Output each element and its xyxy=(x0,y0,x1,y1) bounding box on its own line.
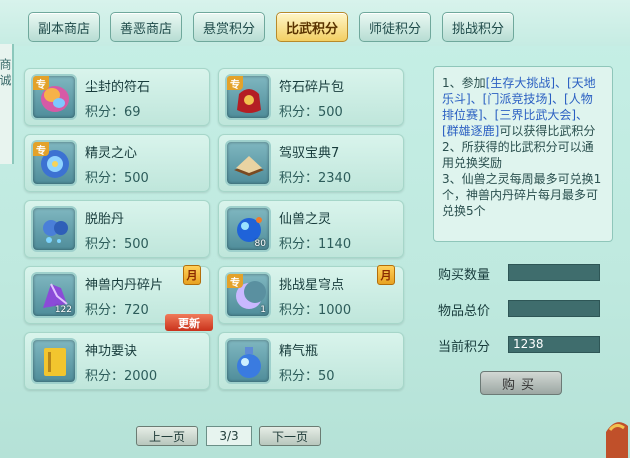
monthly-badge: 月 xyxy=(377,265,395,285)
points-label: 当前积分 xyxy=(438,340,491,355)
scroll-book-icon xyxy=(44,348,66,376)
exclusive-badge: 专 xyxy=(227,76,243,91)
points-value: 1238 xyxy=(508,336,600,353)
corner-ornament-icon xyxy=(606,422,628,458)
side-panel-edge: 商 诚 xyxy=(0,44,14,164)
item-quantity: 1 xyxy=(260,305,266,315)
info-text: 2、所获得的比武积分可以通用兑换奖励 xyxy=(442,140,594,170)
tab-bounty-points[interactable]: 悬赏积分 xyxy=(193,12,265,42)
monthly-badge: 月 xyxy=(183,265,201,285)
item-name: 尘封的符石 xyxy=(85,80,151,95)
item-name: 驾驭宝典7 xyxy=(279,146,340,161)
item-name: 神功要诀 xyxy=(85,344,138,359)
update-badge: 更新 xyxy=(165,314,213,331)
total-label: 物品总价 xyxy=(438,304,491,319)
item-name: 挑战星穹点 xyxy=(279,278,345,293)
item-price: 积分：1140 xyxy=(279,237,352,252)
qty-label: 购买数量 xyxy=(438,268,491,283)
item-card[interactable]: 122 神兽内丹碎片 积分：720 月 更新 xyxy=(24,265,213,331)
item-slot xyxy=(31,338,77,384)
item-name: 仙兽之灵 xyxy=(279,212,332,227)
item-price: 积分：1000 xyxy=(279,303,352,318)
item-slot: 80 xyxy=(225,206,271,252)
info-text: 1、参加 xyxy=(442,76,486,90)
item-name: 符石碎片包 xyxy=(279,80,345,95)
page-indicator: 3/3 xyxy=(206,426,252,446)
item-price: 积分：2340 xyxy=(279,171,352,186)
item-name: 脱胎丹 xyxy=(85,212,125,227)
exclusive-badge: 专 xyxy=(33,142,49,157)
item-price: 积分：69 xyxy=(85,105,141,120)
tab-challenge-points[interactable]: 挑战积分 xyxy=(442,12,514,42)
info-panel: 1、参加[生存大挑战]、[天地乐斗]、[门派竞技场]、[人物排位赛]、[三界比武… xyxy=(433,66,613,242)
info-text: 可以获得比武积分 xyxy=(499,124,596,138)
pill-icon xyxy=(43,220,68,243)
item-name: 精灵之心 xyxy=(85,146,138,161)
item-slot xyxy=(225,338,271,384)
item-slot: 专 xyxy=(31,74,77,120)
book-icon xyxy=(234,156,264,176)
item-card[interactable]: 精气瓶 积分：50 xyxy=(218,332,404,390)
item-price: 积分：2000 xyxy=(85,369,158,384)
item-slot: 122 xyxy=(31,272,77,318)
item-slot: 专 1 xyxy=(225,272,271,318)
item-quantity: 80 xyxy=(254,239,266,249)
buy-button[interactable]: 购买 xyxy=(480,371,562,395)
exclusive-badge: 专 xyxy=(227,274,243,289)
total-value xyxy=(508,300,600,317)
item-card[interactable]: 脱胎丹 积分：500 xyxy=(24,200,210,258)
item-name: 精气瓶 xyxy=(279,344,319,359)
item-name: 神兽内丹碎片 xyxy=(85,278,164,293)
item-slot: 专 xyxy=(225,74,271,120)
item-slot xyxy=(31,206,77,252)
item-card[interactable]: 驾驭宝典7 积分：2340 xyxy=(218,134,404,192)
item-slot xyxy=(225,140,271,186)
item-price: 积分：50 xyxy=(279,369,335,384)
potion-bottle-icon xyxy=(237,347,261,378)
item-price: 积分：500 xyxy=(85,237,149,252)
tab-karma-shop[interactable]: 善恶商店 xyxy=(110,12,182,42)
item-card[interactable]: 专 精灵之心 积分：500 xyxy=(24,134,210,192)
item-price: 积分：500 xyxy=(85,171,149,186)
item-price: 积分：500 xyxy=(279,105,343,120)
item-quantity: 122 xyxy=(54,305,72,315)
next-page-button[interactable]: 下一页 xyxy=(259,426,321,446)
item-card[interactable]: 神功要诀 积分：2000 xyxy=(24,332,210,390)
exclusive-badge: 专 xyxy=(33,76,49,91)
item-price: 积分：720 xyxy=(85,303,149,318)
qty-input[interactable] xyxy=(508,264,600,281)
item-card[interactable]: 专 尘封的符石 积分：69 xyxy=(24,68,210,126)
item-card[interactable]: 专 符石碎片包 积分：500 xyxy=(218,68,404,126)
tab-dungeon-shop[interactable]: 副本商店 xyxy=(28,12,100,42)
tab-arena-points[interactable]: 比武积分 xyxy=(276,12,348,42)
info-text: 3、仙兽之灵每周最多可兑换1个，神兽内丹碎片每月最多可兑换5个 xyxy=(442,172,602,218)
item-card[interactable]: 80 仙兽之灵 积分：1140 xyxy=(218,200,404,258)
tab-mentor-points[interactable]: 师徒积分 xyxy=(359,12,431,42)
prev-page-button[interactable]: 上一页 xyxy=(136,426,198,446)
item-slot: 专 xyxy=(31,140,77,186)
item-card[interactable]: 专 1 挑战星穹点 积分：1000 月 xyxy=(218,265,404,324)
